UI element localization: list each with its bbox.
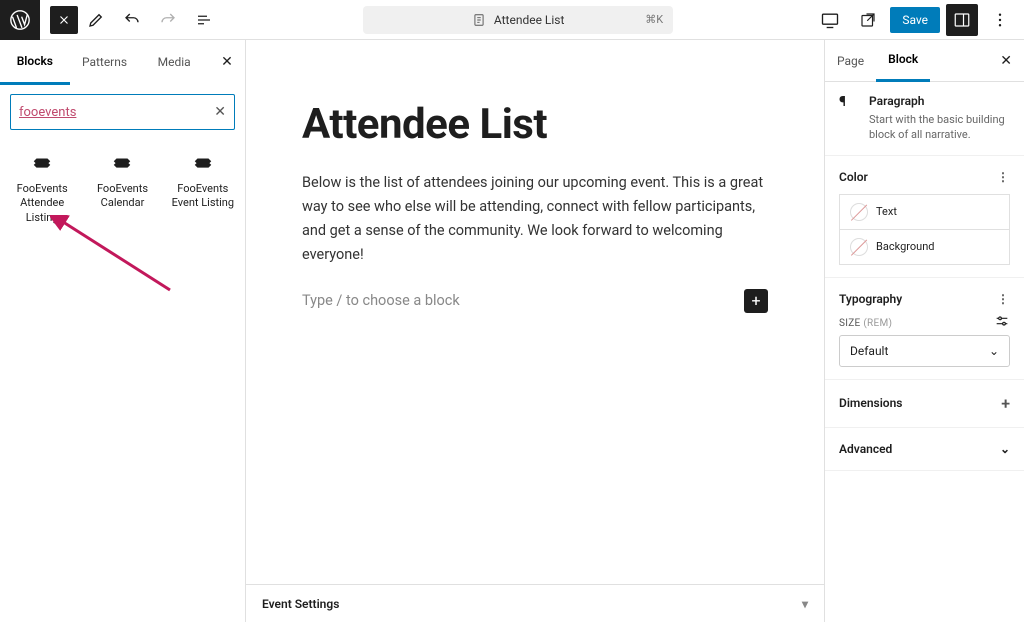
wordpress-logo[interactable] [0,0,40,40]
clear-search-button[interactable]: ✕ [214,104,226,120]
close-inserter-button[interactable] [50,6,78,34]
document-outline-button[interactable] [188,4,220,36]
document-title-bar[interactable]: Attendee List ⌘K [363,6,673,34]
color-heading: Color [839,170,868,184]
empty-swatch-icon [850,238,868,256]
size-custom-toggle[interactable] [994,313,1010,329]
typography-options-button[interactable]: ⋮ [997,292,1010,306]
add-block-button[interactable]: + [744,289,768,313]
redo-button[interactable] [152,4,184,36]
paragraph-icon: ¶ [839,94,859,143]
size-unit: (REM) [863,318,892,329]
chevron-down-icon: ▾ [802,597,808,611]
shortcut-hint: ⌘K [645,13,663,26]
settings-sidebar-toggle[interactable] [946,4,978,36]
block-label: FooEvents Calendar [86,182,158,211]
block-label: FooEvents Attendee Listing [6,182,78,225]
close-panel-button[interactable]: ✕ [209,54,245,70]
background-color-button[interactable]: Background [839,230,1010,265]
event-settings-panel[interactable]: Event Settings ▾ [246,584,824,622]
close-sidebar-button[interactable]: ✕ [988,53,1024,69]
size-label: SIZE [839,318,861,329]
undo-button[interactable] [116,4,148,36]
chevron-down-icon: ⌄ [1000,442,1010,456]
font-size-select[interactable]: Default ⌄ [839,335,1010,367]
block-name: Paragraph [869,94,1010,108]
paragraph-block[interactable]: Below is the list of attendees joining o… [302,171,768,267]
block-search-input[interactable]: ✕ [10,94,235,130]
block-placeholder[interactable]: Type / to choose a block [302,292,460,309]
tab-blocks[interactable]: Blocks [0,40,70,85]
preview-external-button[interactable] [852,4,884,36]
block-fooevents-attendee-listing[interactable]: FooEvents Attendee Listing [4,148,80,229]
dimensions-panel-toggle[interactable]: Dimensions + [825,380,1024,428]
view-desktop-button[interactable] [814,4,846,36]
document-title: Attendee List [494,13,565,27]
chevron-down-icon: ⌄ [989,344,999,358]
bottom-panel-title: Event Settings [262,597,339,611]
advanced-panel-toggle[interactable]: Advanced ⌄ [825,428,1024,471]
text-color-button[interactable]: Text [839,194,1010,230]
advanced-label: Advanced [839,442,892,456]
tab-page[interactable]: Page [825,41,876,81]
search-field[interactable] [19,105,214,120]
ticket-icon [30,152,54,176]
tab-media[interactable]: Media [139,41,209,83]
color-label: Background [876,240,934,253]
size-value: Default [850,344,888,358]
block-fooevents-event-listing[interactable]: FooEvents Event Listing [165,148,241,229]
page-icon [472,13,486,27]
dimensions-label: Dimensions [839,396,902,410]
edit-tool-button[interactable] [80,4,112,36]
block-label: FooEvents Event Listing [167,182,239,211]
more-options-button[interactable] [984,4,1016,36]
tab-patterns[interactable]: Patterns [70,41,140,83]
block-fooevents-calendar[interactable]: FooEvents Calendar [84,148,160,229]
typography-heading: Typography [839,292,902,306]
block-description: Start with the basic building block of a… [869,112,1010,143]
plus-icon: + [1001,394,1010,413]
ticket-icon [191,152,215,176]
tab-block[interactable]: Block [876,39,930,82]
color-options-button[interactable]: ⋮ [997,170,1010,184]
page-title[interactable]: Attendee List [302,100,768,149]
ticket-icon [110,152,134,176]
empty-swatch-icon [850,203,868,221]
color-label: Text [876,205,897,218]
save-button[interactable]: Save [890,7,940,33]
